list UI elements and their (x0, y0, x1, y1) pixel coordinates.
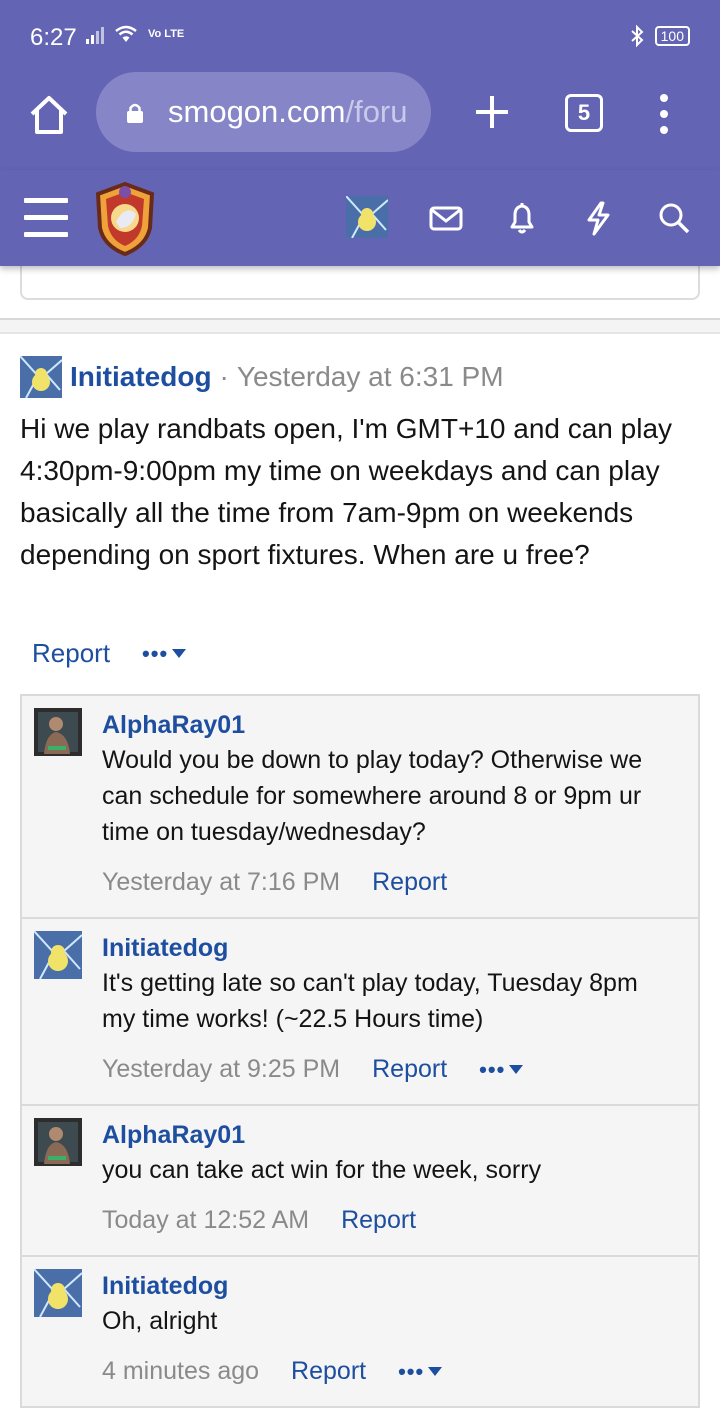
comment-main: AlphaRay01 you can take act win for the … (102, 1106, 698, 1255)
status-time: 6:27 (30, 24, 77, 51)
comment-text: It's getting late so can't play today, T… (102, 969, 638, 1033)
comment-author-link[interactable]: Initiatedog (102, 1269, 678, 1303)
comment-time[interactable]: 4 minutes ago (102, 1357, 259, 1386)
status-icons: Vo LTE (86, 24, 184, 44)
more-options-button[interactable]: ••• (479, 1056, 524, 1083)
more-dots-icon: ••• (479, 1056, 506, 1082)
post-separator (0, 318, 720, 334)
avatar[interactable] (34, 931, 82, 979)
comment-time[interactable]: Yesterday at 7:16 PM (102, 868, 340, 897)
plus-icon[interactable] (470, 90, 514, 134)
report-link[interactable]: Report (372, 868, 447, 897)
site-logo[interactable] (92, 180, 158, 256)
url-host: smogon.com (168, 94, 346, 129)
search-icon[interactable] (654, 198, 694, 238)
comment-author-link[interactable]: AlphaRay01 (102, 708, 678, 742)
url-path: /foru (345, 94, 408, 129)
report-link[interactable]: Report (341, 1206, 416, 1235)
comment-main: Initiatedog It's getting late so can't p… (102, 919, 698, 1104)
post-header: Initiatedog · Yesterday at 6:31 PM (20, 356, 504, 398)
bell-icon[interactable] (502, 198, 542, 238)
comment-time[interactable]: Today at 12:52 AM (102, 1206, 309, 1235)
chevron-down-icon (428, 1367, 443, 1376)
comment-footer: Yesterday at 9:25 PM Report ••• (102, 1055, 678, 1084)
report-link[interactable]: Report (372, 1055, 447, 1084)
url-text: smogon.com/foru (168, 94, 408, 130)
comment-main: Initiatedog Oh, alright 4 minutes ago Re… (102, 1257, 698, 1406)
comment-footer: 4 minutes ago Report ••• (102, 1357, 678, 1386)
comment-main: AlphaRay01 Would you be down to play tod… (102, 696, 698, 917)
volte-indicator: Vo LTE (148, 28, 185, 40)
bolt-icon[interactable] (578, 198, 618, 238)
avatar[interactable] (34, 1118, 82, 1166)
more-dots-icon: ••• (142, 640, 169, 666)
comment-item: AlphaRay01 you can take act win for the … (22, 1106, 698, 1257)
lock-icon (127, 103, 143, 123)
post-body: Hi we play randbats open, I'm GMT+10 and… (20, 413, 673, 570)
forum-header (0, 170, 720, 266)
status-right: 100 (629, 24, 690, 48)
comment-item: Initiatedog Oh, alright 4 minutes ago Re… (22, 1257, 698, 1406)
comment-author-link[interactable]: Initiatedog (102, 931, 678, 965)
meta-separator: · (219, 361, 229, 392)
more-vert-icon[interactable] (652, 92, 676, 136)
address-bar[interactable]: smogon.com/foru (96, 72, 431, 152)
mail-icon[interactable] (426, 198, 466, 238)
more-options-button[interactable]: ••• (142, 640, 187, 667)
status-bar: 6:27 Vo LTE 100 (0, 0, 720, 72)
post-actions: Report ••• (32, 638, 187, 669)
comment-text: Would you be down to play today? Otherwi… (102, 746, 643, 846)
report-link[interactable]: Report (291, 1357, 366, 1386)
home-icon[interactable] (26, 92, 72, 138)
chevron-down-icon (172, 649, 187, 658)
comment-footer: Today at 12:52 AM Report (102, 1206, 678, 1235)
comment-item: Initiatedog It's getting late so can't p… (22, 919, 698, 1106)
signal-icon (86, 24, 104, 44)
bluetooth-icon (630, 24, 644, 48)
report-link[interactable]: Report (32, 638, 110, 669)
chevron-down-icon (509, 1065, 524, 1074)
comment-author-link[interactable]: AlphaRay01 (102, 1118, 678, 1152)
comment-footer: Yesterday at 7:16 PM Report (102, 868, 678, 897)
wifi-icon (115, 25, 137, 42)
comment-time[interactable]: Yesterday at 9:25 PM (102, 1055, 340, 1084)
comment-text: you can take act win for the week, sorry (102, 1156, 542, 1184)
comment-list: AlphaRay01 Would you be down to play tod… (20, 694, 700, 1408)
avatar[interactable] (34, 708, 82, 756)
comment-text: Oh, alright (102, 1307, 218, 1335)
avatar[interactable] (20, 356, 62, 398)
browser-toolbar: smogon.com/foru 5 (0, 72, 720, 170)
more-dots-icon: ••• (398, 1358, 425, 1384)
comment-item: AlphaRay01 Would you be down to play tod… (22, 696, 698, 919)
battery-icon: 100 (654, 26, 690, 46)
post-time[interactable]: Yesterday at 6:31 PM (237, 361, 504, 393)
more-options-button[interactable]: ••• (398, 1358, 443, 1385)
user-avatar[interactable] (346, 196, 388, 238)
post-author-link[interactable]: Initiatedog (70, 361, 212, 393)
hamburger-icon[interactable] (24, 198, 68, 238)
avatar[interactable] (34, 1269, 82, 1317)
tab-switcher-button[interactable]: 5 (565, 94, 603, 132)
